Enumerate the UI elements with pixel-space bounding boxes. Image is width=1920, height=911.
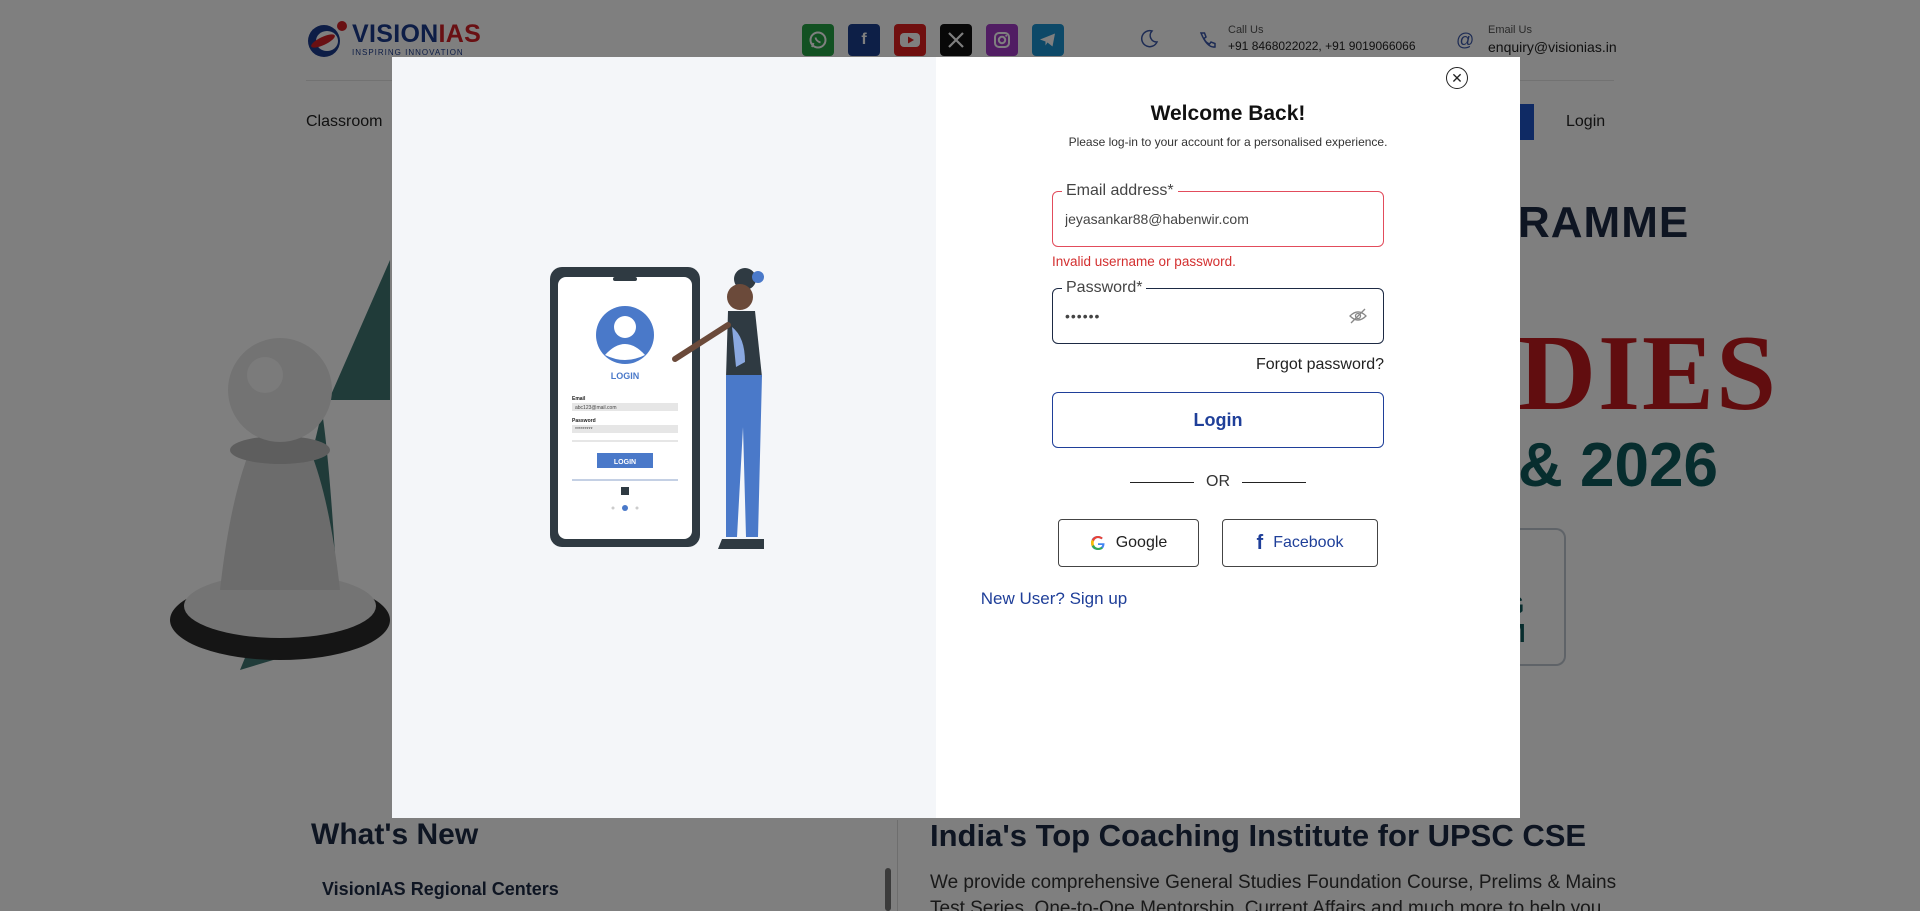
illus-email-value: abc123@mail.com	[575, 405, 616, 411]
modal-illustration-panel: LOGIN Email abc123@mail.com Password ***…	[392, 57, 936, 818]
facebook-login-button[interactable]: f Facebook	[1222, 519, 1378, 567]
eye-slash-icon[interactable]	[1349, 308, 1367, 324]
signup-link[interactable]: New User? Sign up	[392, 589, 1716, 609]
or-label: OR	[1206, 473, 1230, 490]
illus-email-label: Email	[572, 396, 586, 402]
google-login-button[interactable]: Google	[1058, 519, 1199, 567]
login-phone-illustration: LOGIN Email abc123@mail.com Password ***…	[550, 267, 764, 549]
facebook-button-label: Facebook	[1273, 534, 1344, 551]
password-input[interactable]: ••••••	[1065, 308, 1355, 324]
google-button-label: Google	[1115, 534, 1168, 551]
illus-password-value: *********	[575, 427, 593, 433]
forgot-password-link[interactable]: Forgot password?	[392, 356, 1384, 374]
close-icon[interactable]: ✕	[1446, 67, 1468, 89]
password-field-label: Password*	[1062, 279, 1147, 297]
modal-subtitle: Please log-in to your account for a pers…	[1068, 135, 1388, 149]
illus-login-button: LOGIN	[614, 459, 636, 466]
facebook-f-icon: f	[1256, 531, 1264, 554]
login-button[interactable]: Login	[1052, 392, 1384, 448]
or-divider: OR	[1130, 473, 1306, 491]
modal-title: Welcome Back!	[1150, 102, 1306, 125]
email-field[interactable]: Email address*	[1052, 182, 1384, 247]
email-input[interactable]	[1065, 211, 1355, 227]
google-icon	[1090, 536, 1105, 550]
email-field-label: Email address*	[1062, 182, 1178, 200]
login-modal: LOGIN Email abc123@mail.com Password ***…	[392, 57, 1520, 818]
illus-password-label: Password	[572, 418, 596, 424]
login-error-message: Invalid username or password.	[1052, 254, 1236, 269]
password-field[interactable]: Password* ••••••	[1052, 279, 1384, 344]
